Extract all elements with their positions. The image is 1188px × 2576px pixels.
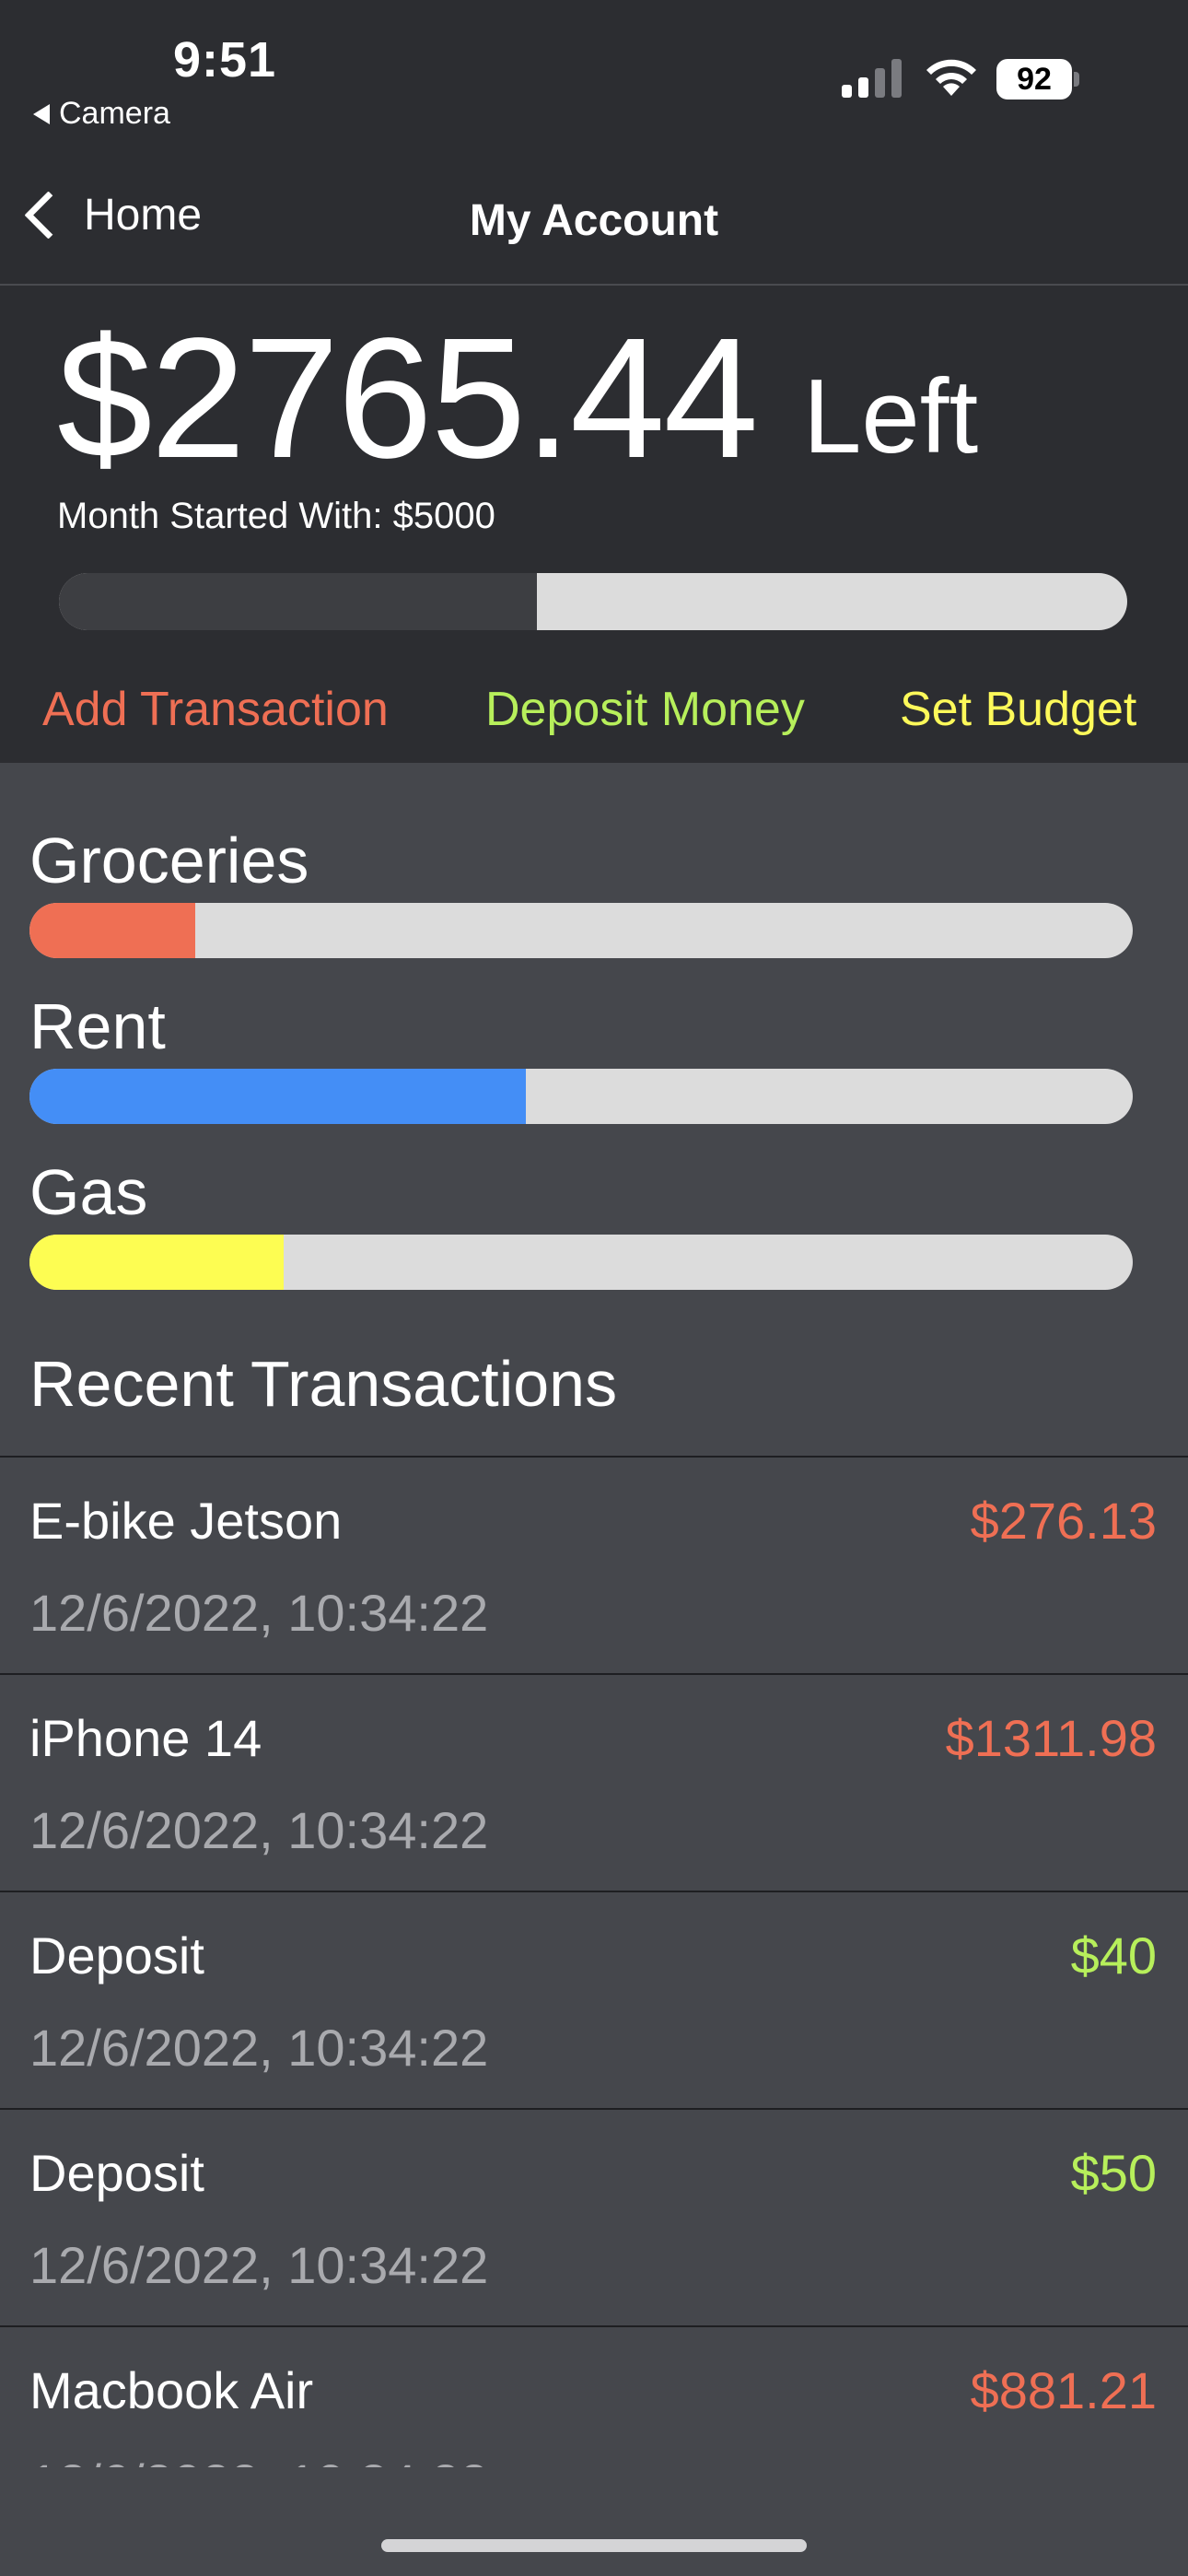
transaction-row[interactable]: Macbook Air $881.21 12/6/2022, 10:34:22 (0, 2325, 1188, 2467)
transaction-name: Macbook Air (29, 2361, 314, 2419)
home-indicator[interactable] (381, 2539, 807, 2552)
category-bar-groceries (29, 903, 1133, 958)
battery-icon: 92 (996, 59, 1079, 100)
recent-transactions-title: Recent Transactions (29, 1348, 618, 1420)
transaction-name: Deposit (29, 1926, 204, 1985)
category-label-gas: Gas (29, 1156, 148, 1228)
transaction-name: iPhone 14 (29, 1709, 262, 1767)
category-fill-groceries (29, 903, 195, 958)
set-budget-button[interactable]: Set Budget (900, 682, 1136, 737)
battery-level: 92 (996, 59, 1072, 100)
category-label-groceries: Groceries (29, 825, 309, 896)
budget-progress-bar (59, 573, 1127, 630)
transaction-date: 12/6/2022, 10:34:22 (29, 2019, 489, 2077)
back-app-label: Camera (59, 96, 170, 131)
status-time: 9:51 (173, 32, 277, 88)
transaction-list[interactable]: E-bike Jetson $276.13 12/6/2022, 10:34:2… (0, 1456, 1188, 2467)
nav-divider (0, 284, 1188, 286)
transaction-amount: $1311.98 (945, 1709, 1157, 1767)
transaction-date: 12/6/2022, 10:34:22 (29, 1801, 489, 1859)
transaction-row[interactable]: iPhone 14 $1311.98 12/6/2022, 10:34:22 (0, 1673, 1188, 1891)
cellular-signal-icon (842, 59, 902, 98)
budget-progress-fill (59, 573, 537, 630)
back-to-app-link[interactable]: Camera (33, 96, 170, 132)
transaction-name: Deposit (29, 2144, 204, 2202)
wifi-icon (926, 59, 976, 96)
deposit-money-button[interactable]: Deposit Money (485, 682, 805, 737)
add-transaction-button[interactable]: Add Transaction (42, 682, 389, 737)
category-label-rent: Rent (29, 990, 166, 1062)
category-bar-gas (29, 1235, 1133, 1290)
transaction-row[interactable]: E-bike Jetson $276.13 12/6/2022, 10:34:2… (0, 1456, 1188, 1673)
transaction-date: 12/6/2022, 10:34:22 (29, 2453, 488, 2467)
back-triangle-icon (33, 103, 50, 124)
category-bar-rent (29, 1069, 1133, 1124)
transaction-date: 12/6/2022, 10:34:22 (29, 2236, 489, 2294)
balance-amount: $2765.44 (57, 303, 759, 494)
category-fill-gas (29, 1235, 284, 1290)
transaction-amount: $40 (1070, 1926, 1157, 1985)
transaction-name: E-bike Jetson (29, 1492, 343, 1550)
transaction-row[interactable]: Deposit $50 12/6/2022, 10:34:22 (0, 2108, 1188, 2325)
month-start-amount: Month Started With: $5000 (57, 496, 495, 536)
transaction-amount: $50 (1070, 2144, 1157, 2202)
transaction-amount: $276.13 (970, 1492, 1157, 1550)
transaction-amount: $881.21 (970, 2361, 1157, 2419)
transaction-date: 12/6/2022, 10:34:22 (29, 1584, 489, 1642)
page-title: My Account (469, 196, 719, 245)
category-fill-rent (29, 1069, 527, 1124)
transaction-row[interactable]: Deposit $40 12/6/2022, 10:34:22 (0, 1891, 1188, 2108)
balance-suffix: Left (803, 358, 979, 475)
